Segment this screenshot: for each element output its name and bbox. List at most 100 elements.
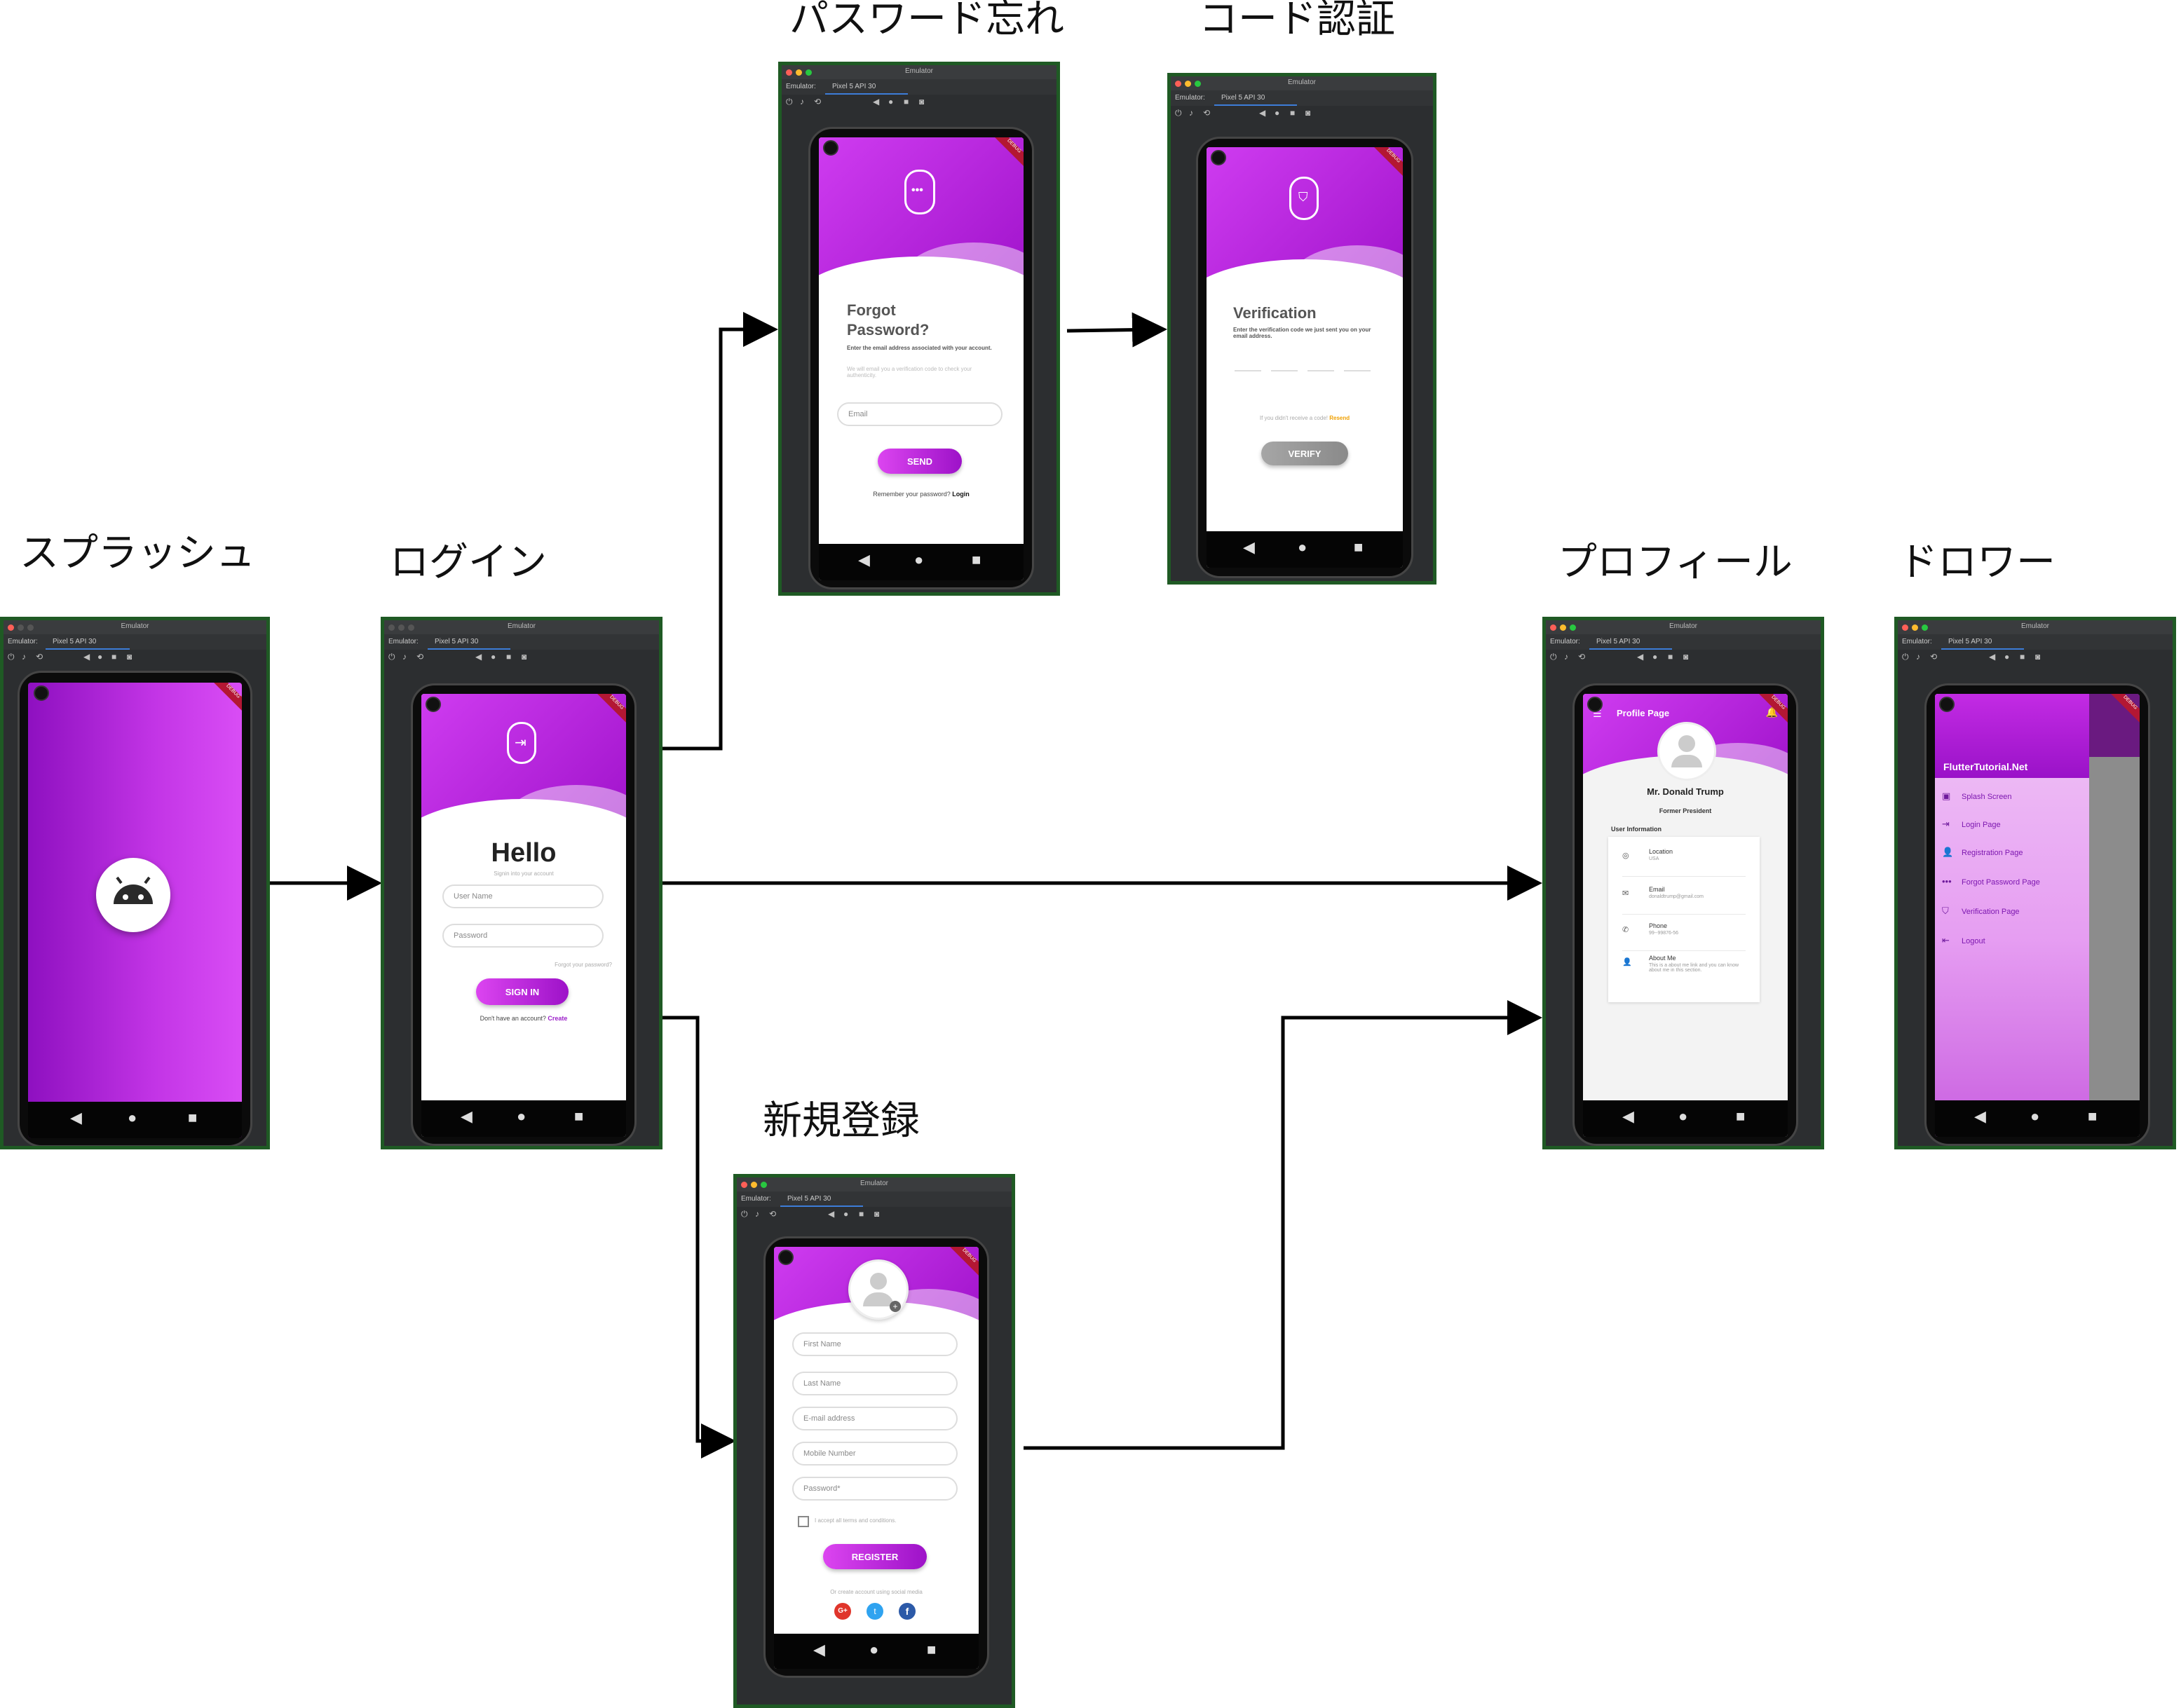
nav-back-icon[interactable]: ◀ — [1622, 1107, 1634, 1126]
camera-icon[interactable]: ◙ — [1305, 108, 1310, 118]
google-plus-icon[interactable]: G+ — [834, 1603, 851, 1620]
resend-link[interactable]: Resend — [1329, 415, 1350, 421]
square-icon[interactable]: ■ — [2020, 652, 2025, 662]
volume-icon[interactable]: ♪ — [1189, 108, 1193, 118]
back-icon[interactable]: ◀ — [1637, 652, 1643, 662]
register-button[interactable]: REGISTER — [823, 1544, 927, 1569]
camera-icon[interactable]: ◙ — [919, 97, 924, 107]
power-icon[interactable]: ⏻ — [388, 652, 395, 662]
camera-icon[interactable]: ◙ — [522, 652, 526, 662]
nav-recents-icon[interactable]: ■ — [1354, 538, 1363, 556]
power-icon[interactable]: ⏻ — [741, 1209, 748, 1219]
drawer-item-verification[interactable]: ⛉ Verification Page — [1942, 906, 2020, 917]
forgot-password-link[interactable]: Forgot your password? — [555, 962, 612, 968]
nav-home-icon[interactable]: ● — [517, 1107, 526, 1126]
rotate-icon[interactable]: ⟲ — [1203, 108, 1210, 118]
code-box-2[interactable] — [1271, 370, 1298, 371]
rotate-icon[interactable]: ⟲ — [814, 97, 821, 107]
rotate-icon[interactable]: ⟲ — [36, 652, 43, 662]
terms-checkbox[interactable] — [798, 1516, 809, 1527]
device-tab[interactable]: Pixel 5 API 30 — [53, 638, 96, 645]
nav-recents-icon[interactable]: ■ — [972, 551, 981, 569]
nav-back-icon[interactable]: ◀ — [858, 551, 870, 569]
home-icon[interactable]: ● — [843, 1209, 848, 1219]
power-icon[interactable]: ⏻ — [786, 97, 793, 107]
home-icon[interactable]: ● — [2004, 652, 2009, 662]
square-icon[interactable]: ■ — [506, 652, 511, 662]
verify-button[interactable]: VERIFY — [1261, 442, 1348, 465]
square-icon[interactable]: ■ — [1668, 652, 1673, 662]
nav-recents-icon[interactable]: ■ — [1736, 1107, 1745, 1126]
device-tab[interactable]: Pixel 5 API 30 — [1948, 638, 1992, 645]
nav-home-icon[interactable]: ● — [914, 551, 923, 569]
square-icon[interactable]: ■ — [904, 97, 909, 107]
power-icon[interactable]: ⏻ — [1902, 652, 1909, 662]
device-tab[interactable]: Pixel 5 API 30 — [1596, 638, 1640, 645]
last-name-input[interactable]: Last Name — [792, 1372, 958, 1395]
drawer-item-forgot[interactable]: ••• Forgot Password Page — [1942, 876, 2040, 887]
nav-recents-icon[interactable]: ■ — [574, 1107, 583, 1126]
square-icon[interactable]: ■ — [111, 652, 116, 662]
rotate-icon[interactable]: ⟲ — [1930, 652, 1937, 662]
email-input[interactable]: E-mail address — [792, 1407, 958, 1430]
username-input[interactable]: User Name — [442, 884, 604, 908]
nav-back-icon[interactable]: ◀ — [70, 1109, 82, 1127]
nav-back-icon[interactable]: ◀ — [813, 1641, 825, 1659]
add-photo-icon[interactable]: + — [890, 1301, 901, 1312]
camera-icon[interactable]: ◙ — [2035, 652, 2040, 662]
volume-icon[interactable]: ♪ — [755, 1209, 759, 1219]
first-name-input[interactable]: First Name — [792, 1332, 958, 1356]
twitter-icon[interactable]: t — [867, 1603, 883, 1620]
drawer-item-logout[interactable]: ⇤ Logout — [1942, 935, 1985, 946]
code-box-3[interactable] — [1307, 370, 1334, 371]
home-icon[interactable]: ● — [1275, 108, 1279, 118]
home-icon[interactable]: ● — [888, 97, 893, 107]
power-icon[interactable]: ⏻ — [8, 652, 15, 662]
back-icon[interactable]: ◀ — [1259, 108, 1265, 118]
square-icon[interactable]: ■ — [859, 1209, 864, 1219]
drawer-item-registration[interactable]: 👤 Registration Page — [1942, 847, 2023, 858]
nav-back-icon[interactable]: ◀ — [1243, 538, 1255, 556]
mobile-input[interactable]: Mobile Number — [792, 1442, 958, 1466]
device-tab[interactable]: Pixel 5 API 30 — [787, 1195, 831, 1203]
nav-recents-icon[interactable]: ■ — [927, 1641, 936, 1659]
password-input[interactable]: Password — [442, 924, 604, 948]
nav-recents-icon[interactable]: ■ — [2088, 1107, 2097, 1126]
home-icon[interactable]: ● — [1652, 652, 1657, 662]
login-link[interactable]: Login — [952, 491, 970, 498]
volume-icon[interactable]: ♪ — [1916, 652, 1920, 662]
nav-back-icon[interactable]: ◀ — [1974, 1107, 1986, 1126]
nav-back-icon[interactable]: ◀ — [461, 1107, 473, 1126]
scrim[interactable] — [2089, 694, 2140, 1137]
square-icon[interactable]: ■ — [1290, 108, 1295, 118]
nav-home-icon[interactable]: ● — [1678, 1107, 1687, 1126]
power-icon[interactable]: ⏻ — [1175, 108, 1182, 118]
camera-icon[interactable]: ◙ — [1683, 652, 1688, 662]
device-tab[interactable]: Pixel 5 API 30 — [832, 83, 876, 90]
back-icon[interactable]: ◀ — [1989, 652, 1995, 662]
nav-home-icon[interactable]: ● — [1298, 538, 1307, 556]
home-icon[interactable]: ● — [97, 652, 102, 662]
rotate-icon[interactable]: ⟲ — [416, 652, 423, 662]
back-icon[interactable]: ◀ — [873, 97, 879, 107]
nav-recents-icon[interactable]: ■ — [188, 1109, 197, 1127]
nav-home-icon[interactable]: ● — [2030, 1107, 2039, 1126]
create-link[interactable]: Create — [548, 1015, 567, 1022]
avatar[interactable]: + — [848, 1259, 909, 1320]
rotate-icon[interactable]: ⟲ — [769, 1209, 776, 1219]
volume-icon[interactable]: ♪ — [402, 652, 407, 662]
volume-icon[interactable]: ♪ — [800, 97, 804, 107]
rotate-icon[interactable]: ⟲ — [1578, 652, 1585, 662]
device-tab[interactable]: Pixel 5 API 30 — [1221, 94, 1265, 102]
drawer-item-login[interactable]: ⇥ Login Page — [1942, 819, 2001, 830]
device-tab[interactable]: Pixel 5 API 30 — [435, 638, 478, 645]
send-button[interactable]: SEND — [878, 449, 962, 474]
volume-icon[interactable]: ♪ — [1564, 652, 1568, 662]
camera-icon[interactable]: ◙ — [127, 652, 132, 662]
back-icon[interactable]: ◀ — [475, 652, 482, 662]
code-box-1[interactable] — [1235, 370, 1261, 371]
nav-home-icon[interactable]: ● — [128, 1109, 137, 1127]
camera-icon[interactable]: ◙ — [874, 1209, 879, 1219]
power-icon[interactable]: ⏻ — [1550, 652, 1557, 662]
code-box-4[interactable] — [1344, 370, 1371, 371]
